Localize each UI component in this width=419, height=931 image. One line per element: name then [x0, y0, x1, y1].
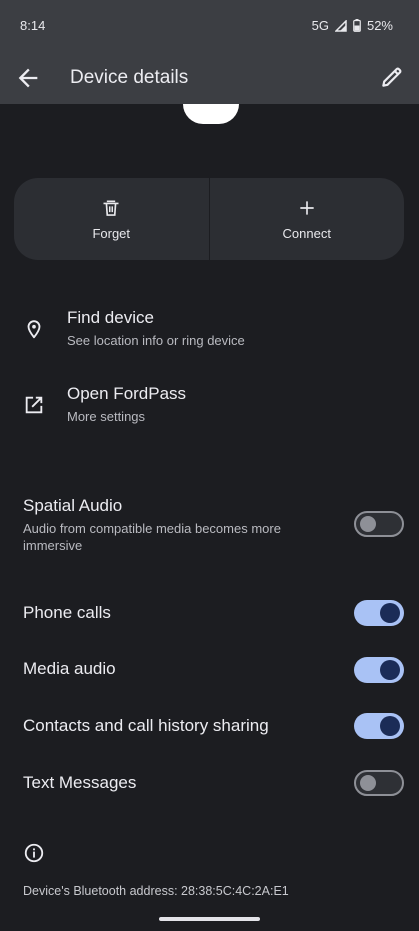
contacts-sharing-setting[interactable]: Contacts and call history sharing [23, 716, 403, 736]
battery-icon [353, 19, 361, 32]
forget-label: Forget [92, 225, 131, 241]
toggle-knob [380, 603, 400, 623]
status-indicators: 5G 52% [312, 18, 393, 33]
signal-icon [334, 19, 347, 32]
forget-button[interactable]: Forget [14, 178, 209, 260]
media-audio-title: Media audio [23, 659, 116, 678]
edit-button[interactable] [379, 64, 407, 92]
spatial-audio-title: Spatial Audio [23, 496, 123, 515]
phone-calls-setting[interactable]: Phone calls [23, 603, 403, 623]
media-audio-toggle[interactable] [354, 657, 404, 683]
text-messages-setting[interactable]: Text Messages [23, 773, 403, 793]
app-bar: Device details [0, 52, 419, 104]
trash-icon [103, 200, 119, 216]
connect-button[interactable]: Connect [208, 178, 405, 260]
gesture-nav-handle[interactable] [159, 917, 260, 921]
back-arrow-icon [18, 68, 38, 88]
find-device-title: Find device [67, 308, 154, 327]
status-time: 8:14 [20, 18, 46, 33]
phone-calls-toggle[interactable] [354, 600, 404, 626]
toggle-knob [360, 775, 376, 791]
spatial-audio-subtitle: Audio from compatible media becomes more… [23, 521, 281, 553]
find-device-subtitle: See location info or ring device [67, 333, 245, 348]
open-fordpass-subtitle: More settings [67, 409, 146, 424]
toggle-knob [380, 716, 400, 736]
status-bar: 8:14 5G 52% [0, 0, 419, 52]
page-title: Device details [70, 67, 189, 88]
open-fordpass-title: Open FordPass [67, 384, 187, 403]
back-button[interactable] [14, 64, 42, 92]
pencil-icon [382, 67, 402, 87]
text-messages-toggle[interactable] [354, 770, 404, 796]
open-external-icon [25, 396, 43, 414]
phone-calls-title: Phone calls [23, 603, 111, 622]
spatial-audio-toggle[interactable] [354, 511, 404, 537]
info-icon [24, 843, 44, 863]
battery-level: 52% [366, 18, 393, 33]
location-pin-icon [27, 320, 41, 339]
media-audio-setting[interactable]: Media audio [23, 659, 403, 679]
open-fordpass-item[interactable]: Open FordPass More settings [0, 384, 419, 444]
action-buttons: Forget Connect [14, 178, 404, 260]
connect-label: Connect [282, 225, 331, 241]
toggle-knob [360, 516, 376, 532]
spatial-audio-setting[interactable]: Spatial Audio Audio from compatible medi… [23, 496, 403, 554]
contacts-sharing-toggle[interactable] [354, 713, 404, 739]
contacts-sharing-title: Contacts and call history sharing [23, 716, 269, 735]
network-type: 5G [311, 18, 329, 33]
plus-icon [300, 200, 314, 215]
bluetooth-address: Device's Bluetooth address: 28:38:5C:4C:… [23, 884, 289, 898]
find-device-item[interactable]: Find device See location info or ring de… [0, 308, 419, 368]
device-avatar [183, 104, 239, 124]
toggle-knob [380, 660, 400, 680]
text-messages-title: Text Messages [23, 773, 137, 792]
